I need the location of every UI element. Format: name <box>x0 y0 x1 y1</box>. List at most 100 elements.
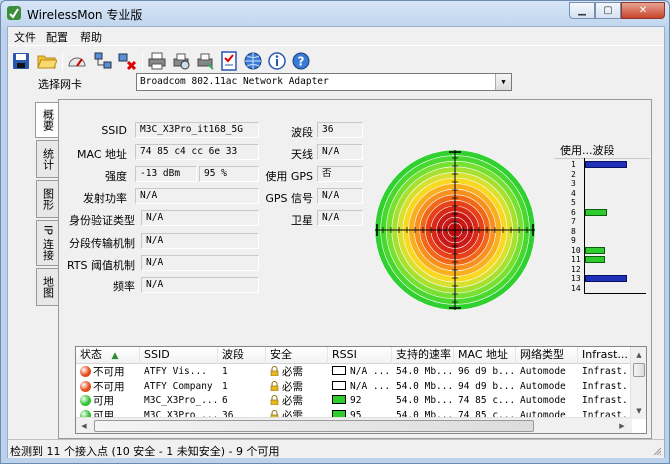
print-button[interactable] <box>146 50 168 72</box>
menu-help[interactable]: 帮助 <box>80 29 102 45</box>
rts-value: N/A <box>141 255 259 271</box>
usage-channel-label: 9 <box>571 236 576 245</box>
row-security: 必需 <box>266 394 328 408</box>
scroll-left-icon[interactable]: ◀ <box>76 418 92 434</box>
usage-bar <box>585 161 627 168</box>
col-channel[interactable]: 波段 <box>218 347 266 364</box>
list-vertical-scrollbar[interactable]: ▲ ▼ <box>630 347 646 419</box>
usage-channel-label: 10 <box>571 245 581 255</box>
hscroll-thumb[interactable] <box>94 420 534 432</box>
access-point-list[interactable]: 状态 ▲ SSID 波段 安全 RSSI 支持的速率 MAC 地址 网络类型 I… <box>75 346 647 434</box>
col-ssid[interactable]: SSID <box>140 347 218 364</box>
row-type: Automode <box>520 366 566 377</box>
lock-icon <box>270 380 279 391</box>
col-status[interactable]: 状态 ▲ <box>76 347 140 364</box>
title-bar[interactable]: WirelessMon 专业版 ▁ ▢ ✕ <box>1 1 669 25</box>
col-type[interactable]: 网络类型 <box>516 347 578 364</box>
col-security[interactable]: 安全 <box>266 347 328 364</box>
row-infra: Infrast... <box>582 366 632 377</box>
gauge-button[interactable] <box>66 50 88 72</box>
usage-channel-label: 4 <box>571 188 576 198</box>
summary-panel: SSID M3C_X3Pro_it168_5G MAC 地址 74 85 c4 … <box>58 99 652 439</box>
gauge-icon <box>68 57 86 67</box>
table-row[interactable]: 可用 M3C_X3Pro_... 6 必需 92 54.0 Mb... 74 85 c...… <box>76 394 632 408</box>
rssi-swatch <box>332 395 346 404</box>
minimize-button[interactable]: ▁ <box>569 2 595 19</box>
row-rates: 54.0 Mb... <box>396 366 454 377</box>
help-button[interactable]: ? <box>290 50 312 72</box>
mac-label: MAC 地址 <box>77 148 127 161</box>
row-status: 不可用 <box>76 365 140 379</box>
maximize-button[interactable]: ▢ <box>595 2 621 19</box>
row-rssi: 92 <box>328 394 392 408</box>
usage-channel-label: 11 <box>571 255 581 264</box>
disconnect-icon <box>118 53 137 71</box>
strength-pct-value: 95 % <box>199 166 259 182</box>
ssid-label: SSID <box>101 124 127 137</box>
maximize-icon: ▢ <box>603 5 613 16</box>
row-mac: 94 d9 b... <box>458 380 516 392</box>
tab-graph[interactable]: 图形 <box>36 180 58 218</box>
chevron-down-icon[interactable]: ▼ <box>495 74 511 90</box>
col-rssi[interactable]: RSSI <box>328 347 392 364</box>
row-status: 可用 <box>76 394 140 408</box>
satellite-value: N/A <box>317 210 363 226</box>
row-channel: 1 <box>222 380 228 392</box>
vscroll-thumb[interactable] <box>633 363 645 377</box>
antenna-value: N/A <box>317 144 363 160</box>
row-mac: 96 d9 b... <box>458 366 516 377</box>
save-button[interactable] <box>10 50 32 72</box>
menu-bar: 文件 配置 帮助 <box>8 27 664 44</box>
table-row[interactable]: 不可用 ATFY Vis... 1 必需 N/A ... 54.0 Mb... 96 d9 … <box>76 365 632 379</box>
usage-channel-label: 2 <box>571 169 576 179</box>
checklist-icon <box>221 51 237 71</box>
usage-channel-label: 1 <box>571 160 576 169</box>
mac-value: 74 85 c4 cc 6e 33 <box>135 144 259 160</box>
scroll-right-icon[interactable]: ▶ <box>614 418 630 434</box>
col-mac[interactable]: MAC 地址 <box>454 347 516 364</box>
network-button[interactable] <box>92 50 114 72</box>
table-row[interactable]: 不可用 ATFY Company 1 必需 N/A ... 54.0 Mb... 94 d9… <box>76 380 632 394</box>
tab-statistics[interactable]: 统计 <box>36 140 58 178</box>
print-preview-button[interactable] <box>170 50 192 72</box>
row-security: 必需 <box>266 380 328 394</box>
satellite-label: 卫星 <box>291 214 313 227</box>
row-type: Automode <box>520 395 566 406</box>
resize-grip-icon[interactable] <box>652 446 662 456</box>
print-setup-button[interactable] <box>194 50 216 72</box>
open-button[interactable] <box>36 50 58 72</box>
disconnect-button[interactable] <box>116 50 138 72</box>
close-button[interactable]: ✕ <box>621 2 665 19</box>
gps-signal-label: GPS 信号 <box>265 192 313 205</box>
usage-channel-label: 8 <box>571 226 576 236</box>
scroll-up-icon[interactable]: ▲ <box>631 347 647 363</box>
globe-button[interactable] <box>242 50 264 72</box>
status-dot-icon <box>80 366 91 377</box>
col-infra[interactable]: Infrast... <box>578 347 632 364</box>
usage-bar <box>585 208 607 216</box>
usage-channel-label: 12 <box>571 264 581 274</box>
rssi-swatch <box>332 380 346 390</box>
usage-channel-label: 3 <box>571 179 576 188</box>
row-security: 必需 <box>266 365 328 379</box>
menu-config[interactable]: 配置 <box>46 29 68 45</box>
close-icon: ✕ <box>638 5 648 16</box>
scroll-down-icon[interactable]: ▼ <box>631 403 647 419</box>
tab-ip-connection[interactable]: IP 连接 <box>36 220 58 266</box>
adapter-row: 选择网卡 Broadcom 802.11ac Network Adapter ▼ <box>8 73 664 93</box>
info-button[interactable] <box>266 50 288 72</box>
txpower-label: 发射功率 <box>83 192 127 205</box>
status-bar: 检测到 11 个接入点 (10 安全 - 1 未知安全) - 9 个可用 <box>8 439 664 458</box>
checklist-button[interactable] <box>218 50 240 72</box>
tab-summary[interactable]: 概要 <box>35 102 59 138</box>
usage-channel-label: 5 <box>571 198 576 207</box>
tab-map[interactable]: 地图 <box>36 268 58 306</box>
adapter-value: Broadcom 802.11ac Network Adapter <box>140 76 329 87</box>
menu-file[interactable]: 文件 <box>14 29 36 45</box>
adapter-select[interactable]: Broadcom 802.11ac Network Adapter ▼ <box>136 73 512 91</box>
list-horizontal-scrollbar[interactable]: ◀ ▶ <box>76 417 632 433</box>
auth-value: N/A <box>141 210 259 226</box>
usage-bar <box>585 246 605 254</box>
col-rates[interactable]: 支持的速率 <box>392 347 454 364</box>
client-area: 文件 配置 帮助 ? 选择网卡 Broadcom 802.11ac Networ… <box>7 26 665 458</box>
